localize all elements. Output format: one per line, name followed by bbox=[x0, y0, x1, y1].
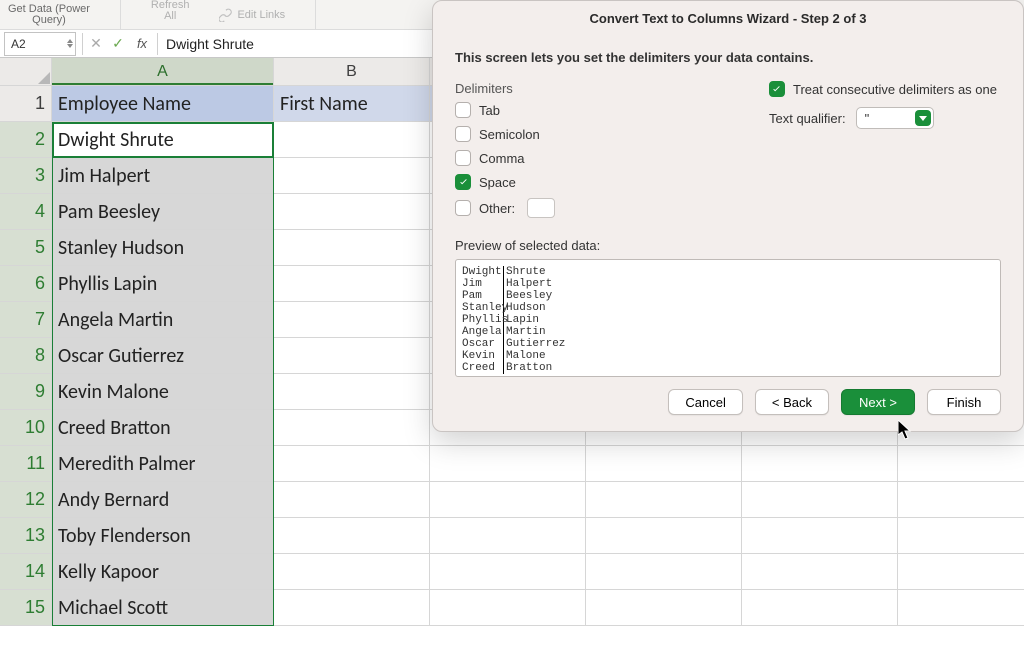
ribbon-get-data[interactable]: Get Data (Power Query) bbox=[8, 0, 90, 29]
checkbox-treat-consecutive[interactable]: Treat consecutive delimiters as one bbox=[769, 81, 997, 97]
cell[interactable] bbox=[898, 554, 1024, 590]
dialog-title: Convert Text to Columns Wizard - Step 2 … bbox=[433, 1, 1023, 34]
link-icon bbox=[219, 8, 233, 22]
col-header-A[interactable]: A bbox=[52, 58, 274, 86]
cell[interactable]: Creed Bratton bbox=[52, 410, 274, 446]
row-header[interactable]: 2 bbox=[0, 122, 52, 158]
cell[interactable] bbox=[274, 302, 430, 338]
checkbox-tab[interactable]: Tab bbox=[455, 102, 555, 118]
cell[interactable] bbox=[742, 518, 898, 554]
cell[interactable] bbox=[274, 446, 430, 482]
cell[interactable] bbox=[742, 590, 898, 626]
row-header[interactable]: 8 bbox=[0, 338, 52, 374]
dialog-intro: This screen lets you set the delimiters … bbox=[455, 40, 1001, 79]
checkbox-other[interactable]: Other: bbox=[455, 198, 555, 218]
formula-confirm-icon[interactable]: ✓ bbox=[107, 35, 129, 52]
cell[interactable] bbox=[430, 446, 586, 482]
cell[interactable] bbox=[274, 338, 430, 374]
cell[interactable] bbox=[586, 590, 742, 626]
cell[interactable]: Jim Halpert bbox=[52, 158, 274, 194]
cell[interactable] bbox=[586, 518, 742, 554]
row-header[interactable]: 1 bbox=[0, 86, 52, 122]
cell[interactable] bbox=[274, 374, 430, 410]
select-all-corner[interactable] bbox=[0, 58, 52, 86]
cell[interactable]: Kevin Malone bbox=[52, 374, 274, 410]
cell[interactable] bbox=[274, 230, 430, 266]
cell[interactable] bbox=[430, 590, 586, 626]
cell[interactable] bbox=[430, 554, 586, 590]
cell[interactable] bbox=[586, 554, 742, 590]
cell[interactable] bbox=[274, 266, 430, 302]
cell[interactable] bbox=[274, 194, 430, 230]
cell[interactable] bbox=[742, 554, 898, 590]
cell[interactable] bbox=[274, 482, 430, 518]
ribbon-refresh-all[interactable]: Refresh All bbox=[151, 0, 190, 22]
col-header-B[interactable]: B bbox=[274, 58, 430, 86]
row-header[interactable]: 5 bbox=[0, 230, 52, 266]
next-button[interactable]: Next > bbox=[841, 389, 915, 415]
cell[interactable]: Stanley Hudson bbox=[52, 230, 274, 266]
cell[interactable] bbox=[274, 410, 430, 446]
row-header[interactable]: 3 bbox=[0, 158, 52, 194]
row-header[interactable]: 6 bbox=[0, 266, 52, 302]
cell[interactable]: Oscar Gutierrez bbox=[52, 338, 274, 374]
row-header[interactable]: 12 bbox=[0, 482, 52, 518]
cell[interactable] bbox=[274, 590, 430, 626]
cell[interactable]: Michael Scott bbox=[52, 590, 274, 626]
row-header[interactable]: 14 bbox=[0, 554, 52, 590]
checkbox-space[interactable]: Space bbox=[455, 174, 555, 190]
cell[interactable] bbox=[898, 446, 1024, 482]
row-header[interactable]: 4 bbox=[0, 194, 52, 230]
cell[interactable] bbox=[898, 482, 1024, 518]
ribbon-edit-links: Edit Links bbox=[219, 8, 285, 22]
row-header[interactable]: 15 bbox=[0, 590, 52, 626]
cell[interactable]: Kelly Kapoor bbox=[52, 554, 274, 590]
back-button[interactable]: < Back bbox=[755, 389, 829, 415]
cell[interactable] bbox=[742, 482, 898, 518]
cell[interactable] bbox=[274, 158, 430, 194]
cell[interactable] bbox=[274, 122, 430, 158]
other-delimiter-input[interactable] bbox=[527, 198, 555, 218]
cell[interactable]: Employee Name bbox=[52, 86, 274, 122]
row-header[interactable]: 11 bbox=[0, 446, 52, 482]
preview-label: Preview of selected data: bbox=[455, 218, 1001, 259]
formula-cancel-icon[interactable]: ✕ bbox=[85, 35, 107, 52]
name-box[interactable]: A2 bbox=[4, 32, 76, 56]
cell[interactable]: Pam Beesley bbox=[52, 194, 274, 230]
cell[interactable] bbox=[898, 518, 1024, 554]
delimiters-label: Delimiters bbox=[455, 79, 555, 102]
cell[interactable] bbox=[430, 482, 586, 518]
cell[interactable] bbox=[742, 446, 898, 482]
cell[interactable]: Toby Flenderson bbox=[52, 518, 274, 554]
cell[interactable]: Andy Bernard bbox=[52, 482, 274, 518]
cell[interactable]: Meredith Palmer bbox=[52, 446, 274, 482]
cell[interactable] bbox=[430, 518, 586, 554]
checkbox-comma[interactable]: Comma bbox=[455, 150, 555, 166]
row-header[interactable]: 7 bbox=[0, 302, 52, 338]
finish-button[interactable]: Finish bbox=[927, 389, 1001, 415]
cell[interactable] bbox=[586, 446, 742, 482]
row-header[interactable]: 9 bbox=[0, 374, 52, 410]
cell[interactable]: Phyllis Lapin bbox=[52, 266, 274, 302]
row-header[interactable]: 13 bbox=[0, 518, 52, 554]
text-qualifier-label: Text qualifier: bbox=[769, 111, 846, 126]
cell[interactable]: Angela Martin bbox=[52, 302, 274, 338]
row-header[interactable]: 10 bbox=[0, 410, 52, 446]
data-preview: DwightShruteJimHalpertPamBeesleyStanleyH… bbox=[455, 259, 1001, 377]
cell[interactable] bbox=[274, 518, 430, 554]
cell[interactable] bbox=[898, 590, 1024, 626]
chevron-down-icon bbox=[915, 110, 931, 126]
cell[interactable] bbox=[586, 482, 742, 518]
cancel-button[interactable]: Cancel bbox=[668, 389, 742, 415]
fx-icon[interactable]: fx bbox=[129, 36, 155, 51]
checkbox-semicolon[interactable]: Semicolon bbox=[455, 126, 555, 142]
cell[interactable]: Dwight Shrute bbox=[52, 122, 274, 158]
text-qualifier-select[interactable]: " bbox=[856, 107, 934, 129]
cell[interactable] bbox=[274, 554, 430, 590]
text-to-columns-wizard: Convert Text to Columns Wizard - Step 2 … bbox=[432, 0, 1024, 432]
cell[interactable]: First Name bbox=[274, 86, 430, 122]
